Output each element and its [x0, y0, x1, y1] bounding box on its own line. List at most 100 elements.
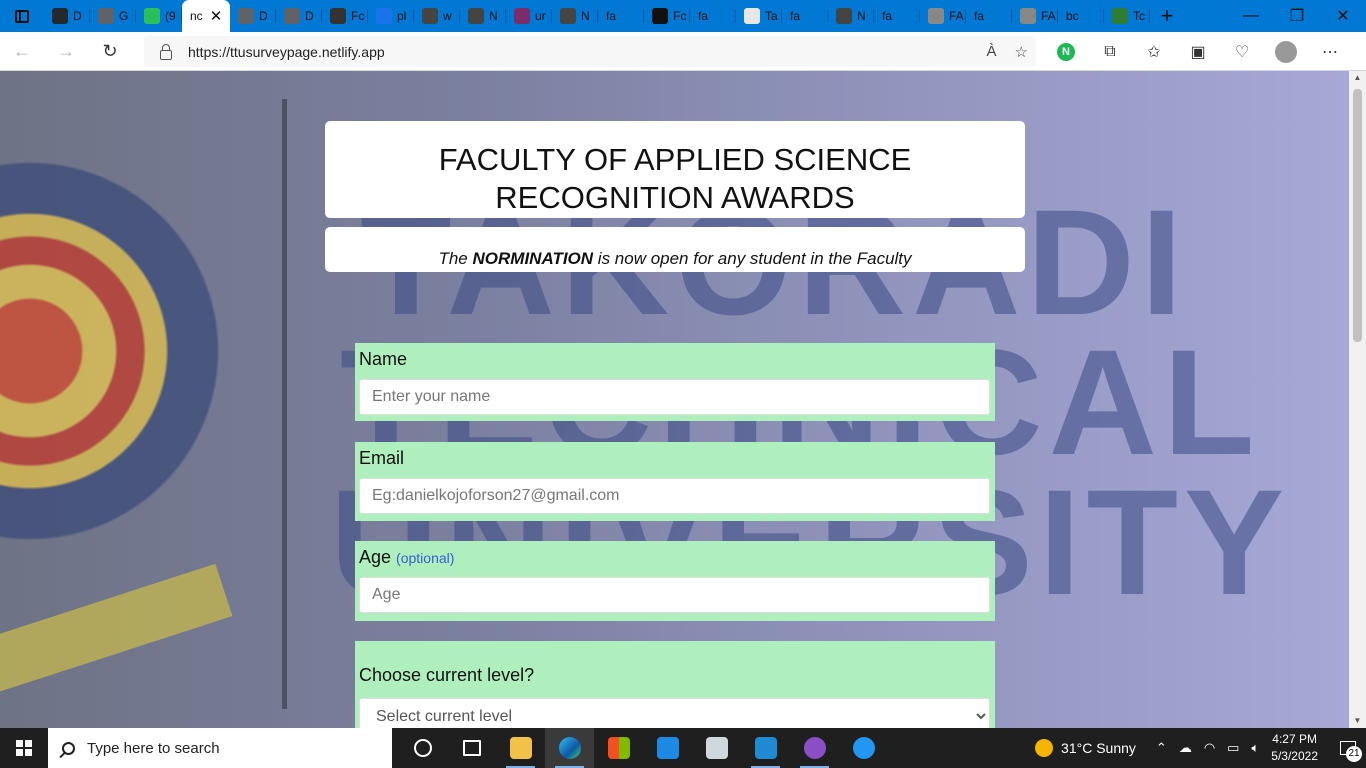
tab-actions-button[interactable]: [0, 0, 44, 32]
new-tab-button[interactable]: +: [1150, 0, 1184, 32]
browser-tab[interactable]: fa: [966, 0, 1012, 32]
browser-tab[interactable]: w: [414, 0, 460, 32]
mail-icon: [468, 8, 484, 24]
chat-icon: [144, 8, 160, 24]
cortana-button[interactable]: [398, 728, 447, 768]
browser-tab[interactable]: nc ✕: [182, 0, 230, 32]
github-icon: [803, 737, 826, 759]
browser-tab[interactable]: FA: [920, 0, 966, 32]
scrollbar-thumb[interactable]: [1353, 89, 1362, 342]
refresh-button[interactable]: ↻: [88, 32, 132, 71]
name-label: Name: [359, 349, 408, 369]
media-app-button[interactable]: [692, 728, 741, 768]
logo-ribbon-background: [0, 563, 233, 694]
restore-button[interactable]: ❐: [1274, 0, 1320, 32]
page-title-line1: FACULTY OF APPLIED SCIENCE: [438, 142, 912, 177]
browser-tab[interactable]: N: [552, 0, 598, 32]
forward-button[interactable]: →: [44, 32, 88, 71]
clock[interactable]: 4:27 PM 5/3/2022: [1271, 731, 1318, 765]
divider-line: [282, 99, 287, 709]
lock-icon[interactable]: [160, 43, 172, 60]
address-bar[interactable]: https://ttusurveypage.netlify.app À ☆: [144, 36, 1036, 67]
close-tab-icon[interactable]: ✕: [210, 7, 223, 25]
minimize-button[interactable]: —: [1228, 0, 1274, 32]
browser-tab[interactable]: Ta: [736, 0, 782, 32]
clock-date: 5/3/2022: [1271, 749, 1318, 763]
back-button[interactable]: ←: [0, 32, 44, 71]
tab-strip: D G (9 nc ✕ D D Fc pl w Nur Nfa Fc fa Ta fa Nfa FA fa FA bc T…: [0, 0, 1366, 32]
browser-tab[interactable]: fa: [874, 0, 920, 32]
browser-tab[interactable]: FA: [1012, 0, 1058, 32]
level-select[interactable]: Select current level: [359, 698, 990, 728]
tab-label: FA: [1041, 9, 1056, 23]
browser-tab[interactable]: G: [90, 0, 136, 32]
email-input[interactable]: [359, 478, 990, 514]
help-button[interactable]: [839, 728, 888, 768]
browser-tab[interactable]: D: [276, 0, 322, 32]
more-menu-icon[interactable]: ⋯: [1308, 32, 1352, 71]
browser-essentials-icon[interactable]: ♡: [1220, 32, 1264, 71]
start-button[interactable]: [0, 728, 48, 768]
tab-label: Ta: [765, 9, 778, 23]
browser-tab[interactable]: (9: [136, 0, 182, 32]
browser-tab[interactable]: D: [230, 0, 276, 32]
tab-label: pl: [397, 9, 407, 23]
browser-tab[interactable]: N: [460, 0, 506, 32]
browser-tab[interactable]: pl: [368, 0, 414, 32]
browser-tab[interactable]: fa: [690, 0, 736, 32]
optional-note: (optional): [396, 550, 455, 566]
notification-button[interactable]: 21: [1330, 728, 1366, 768]
tab-label: D: [259, 9, 268, 23]
wordpress-icon: [744, 8, 760, 24]
windows-icon: [16, 740, 32, 756]
extension-n-button[interactable]: N: [1044, 32, 1088, 71]
edge-button[interactable]: [545, 728, 594, 768]
favorites-icon[interactable]: ✩: [1132, 32, 1176, 71]
browser-tab[interactable]: Fc: [644, 0, 690, 32]
document-icon: [284, 8, 300, 24]
chevron-up-icon[interactable]: ⌃: [1156, 740, 1167, 756]
taskbar-apps: [398, 728, 888, 768]
browser-tab[interactable]: Fc: [322, 0, 368, 32]
scroll-down-icon[interactable]: ▼: [1349, 714, 1366, 728]
wifi-icon[interactable]: ◠: [1204, 740, 1215, 756]
browser-tab[interactable]: bc: [1058, 0, 1104, 32]
profile-button[interactable]: [1264, 32, 1308, 71]
battery-icon[interactable]: ▭: [1227, 740, 1239, 756]
page-scrollbar[interactable]: ▲ ▼: [1349, 71, 1366, 728]
browser-tab[interactable]: fa: [782, 0, 828, 32]
browser-tab[interactable]: Tc: [1104, 0, 1150, 32]
age-input[interactable]: [359, 577, 990, 613]
tab-label: fa: [882, 9, 893, 23]
task-view-button[interactable]: [447, 728, 496, 768]
scroll-up-icon[interactable]: ▲: [1349, 71, 1366, 85]
browser-tab[interactable]: fa: [598, 0, 644, 32]
page-title-card: FACULTY OF APPLIED SCIENCE RECOGNITION A…: [325, 121, 1025, 218]
vscode-button[interactable]: [741, 728, 790, 768]
tab-label: fa: [606, 9, 617, 23]
collections-icon[interactable]: ▣: [1176, 32, 1220, 71]
volume-icon[interactable]: 🔈︎: [1251, 740, 1259, 756]
store-button[interactable]: [594, 728, 643, 768]
onedrive-icon[interactable]: ☁: [1179, 740, 1192, 756]
folder-icon: [509, 737, 532, 759]
extensions-icon[interactable]: ⧉: [1088, 32, 1132, 71]
email-field-group: Email: [355, 442, 995, 521]
taskbar-search[interactable]: Type here to search: [48, 728, 392, 768]
url-text[interactable]: https://ttusurveypage.netlify.app: [188, 44, 385, 60]
browser-tab[interactable]: ur: [506, 0, 552, 32]
read-aloud-icon[interactable]: À: [987, 43, 997, 61]
help-icon: [852, 737, 875, 759]
github-desktop-button[interactable]: [790, 728, 839, 768]
document-icon: [98, 8, 114, 24]
bing-icon: [376, 8, 392, 24]
search-icon: [62, 741, 75, 755]
browser-tab[interactable]: N: [828, 0, 874, 32]
mail-button[interactable]: [643, 728, 692, 768]
close-window-button[interactable]: ✕: [1320, 0, 1366, 32]
weather-text[interactable]: 31°C Sunny: [1061, 740, 1136, 756]
name-input[interactable]: [359, 379, 990, 415]
browser-tab[interactable]: D: [44, 0, 90, 32]
file-explorer-button[interactable]: [496, 728, 545, 768]
add-favorite-icon[interactable]: ☆: [1015, 43, 1028, 61]
